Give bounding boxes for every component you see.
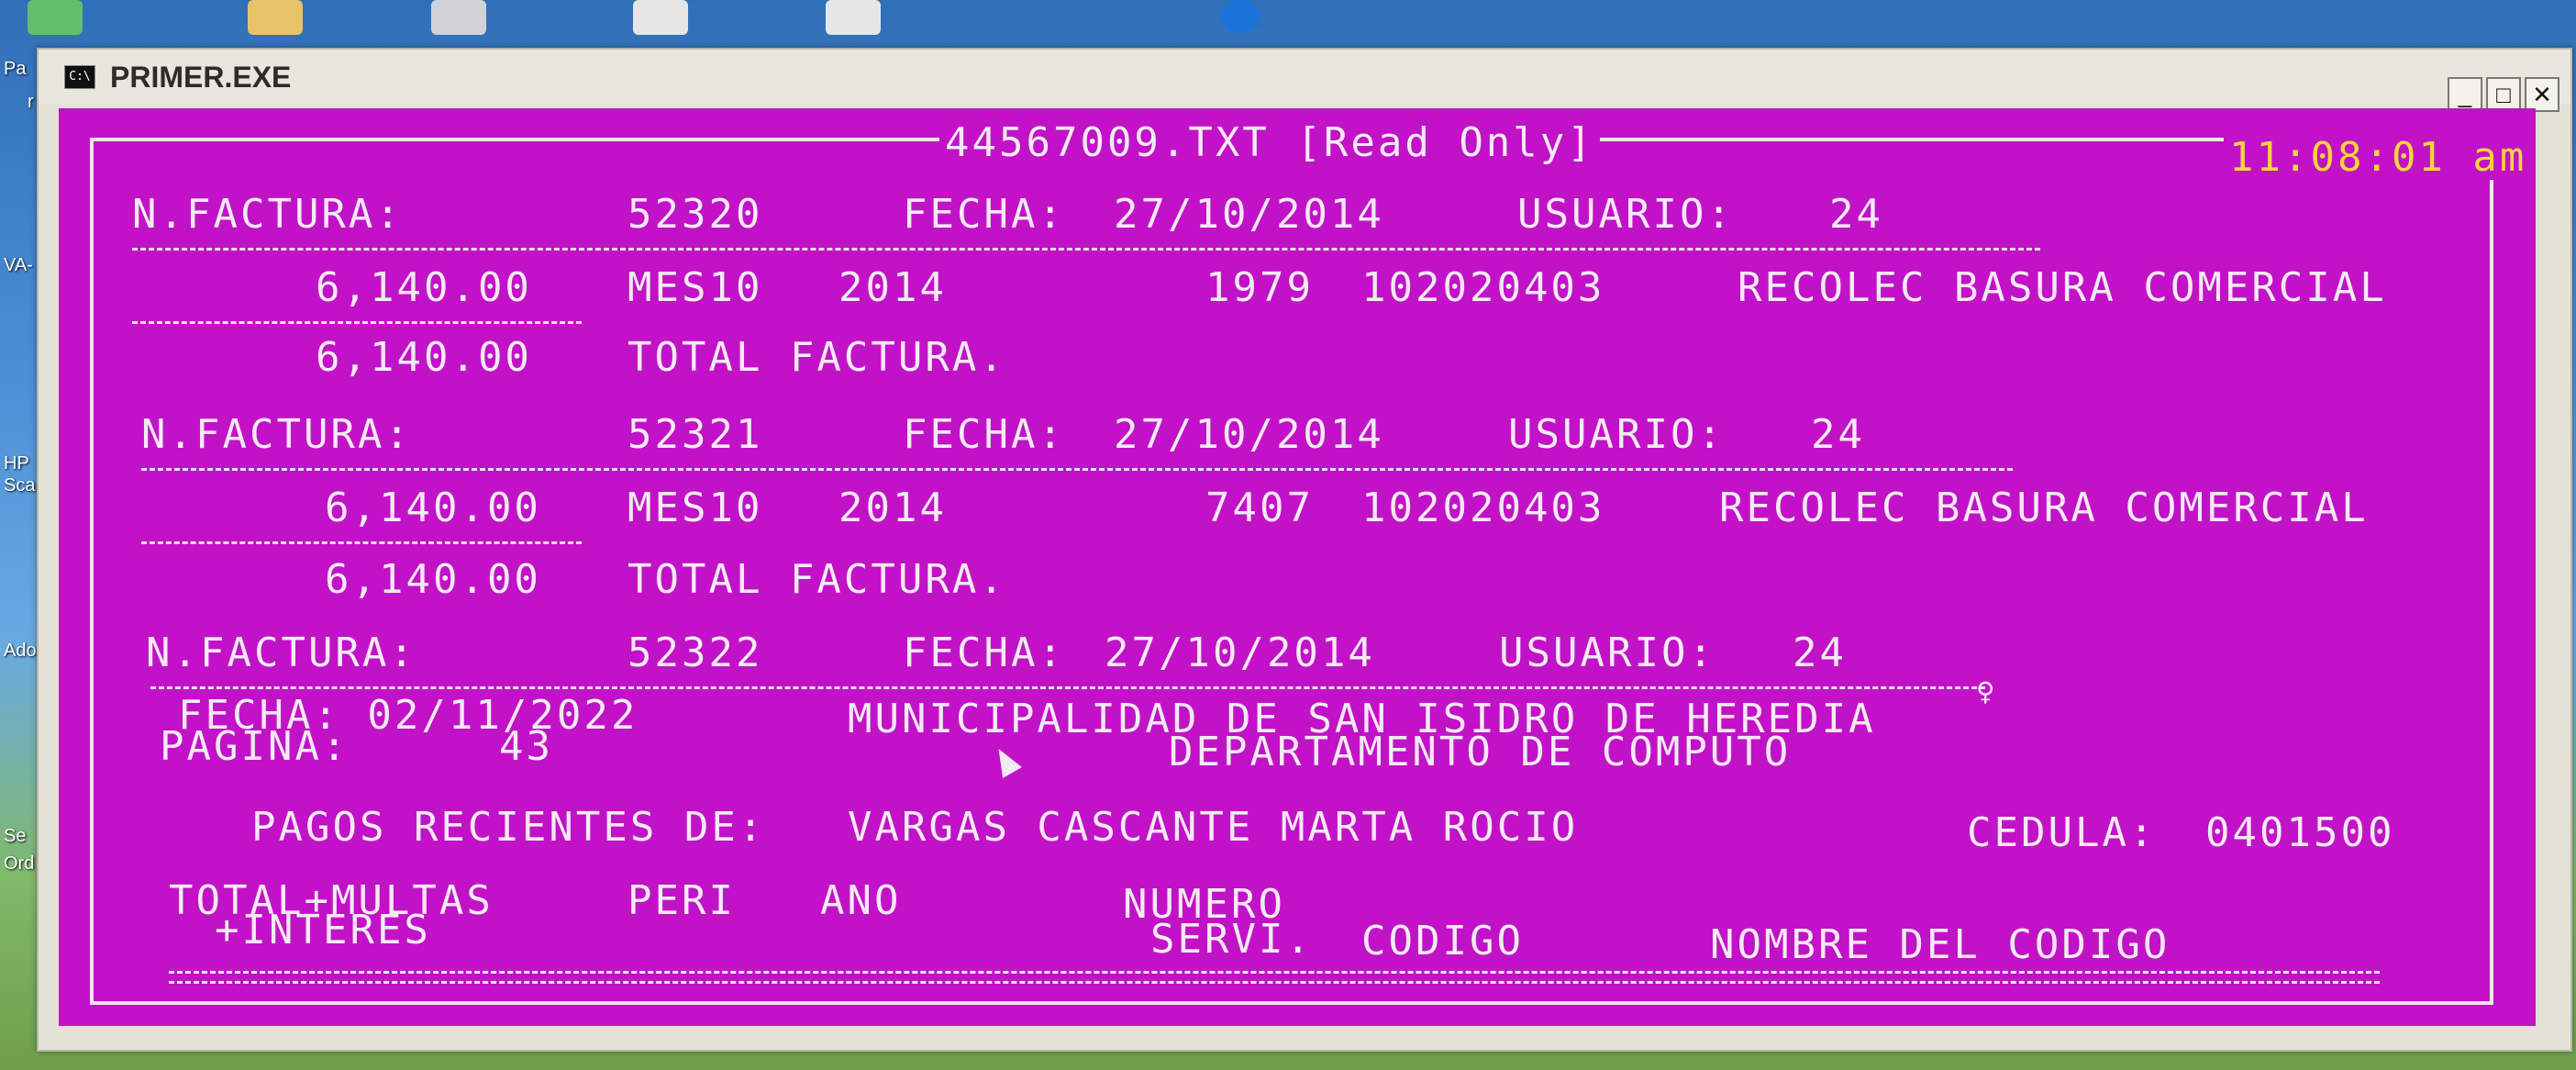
invoice-label: N.FACTURA:	[132, 191, 403, 238]
line-code: 102020403	[1361, 485, 1605, 531]
app-icon-1[interactable]	[28, 0, 83, 35]
user-label: USUARIO:	[1517, 191, 1734, 238]
column-code-name: NOMBRE DEL CODIGO	[1710, 921, 2171, 968]
user-label: USUARIO:	[1508, 411, 1725, 458]
minimize-button[interactable]: _	[2448, 77, 2482, 112]
document-icon-1[interactable]	[633, 0, 688, 35]
invoice-date: 27/10/2014	[1105, 630, 1375, 676]
invoice-number: 52322	[627, 630, 763, 676]
console-window[interactable]: C:\ PRIMER.EXE _ □ ✕ 44567009.TXT [Read …	[37, 48, 2572, 1052]
window-controls: _ □ ✕	[2448, 77, 2559, 112]
total-amount: 6,140.00	[316, 334, 532, 381]
page-label: PAGINA:	[160, 723, 350, 770]
close-button[interactable]: ✕	[2525, 77, 2559, 112]
text-screen[interactable]: 44567009.TXT [Read Only] 11:08:01 am N.F…	[59, 108, 2536, 1026]
page-number: 43	[499, 723, 553, 770]
document-icon-2[interactable]	[826, 0, 881, 35]
invoice-label: N.FACTURA:	[141, 411, 412, 458]
column-code: CODIGO	[1361, 918, 1524, 964]
date-label: FECHA:	[903, 191, 1065, 238]
payer-name: VARGAS CASCANTE MARTA ROCIO	[848, 804, 1579, 851]
line-amount: 6,140.00	[316, 264, 532, 311]
user-value: 24	[1829, 191, 1883, 238]
column-total-line2: +INTERES	[215, 907, 431, 953]
line-year: 2014	[838, 264, 947, 311]
teamviewer-icon[interactable]	[1220, 0, 1260, 33]
column-period: PERI	[627, 877, 736, 924]
cedula-value: 0401500	[2205, 809, 2395, 856]
invoice-date: 27/10/2014	[1114, 411, 1384, 458]
line-code: 102020403	[1361, 264, 1605, 311]
invoice-number: 52321	[627, 411, 763, 458]
column-year: ANO	[820, 877, 902, 924]
line-service: 1979	[1205, 264, 1314, 311]
clock: 11:08:01 am	[2224, 136, 2533, 180]
app-icon-2[interactable]	[431, 0, 486, 35]
cedula-label: CEDULA:	[1967, 809, 2157, 856]
window-titlebar[interactable]: C:\ PRIMER.EXE _ □ ✕	[39, 50, 2570, 112]
invoice-number: 52320	[627, 191, 763, 238]
console-icon[interactable]: C:\	[64, 65, 95, 89]
user-value: 24	[1811, 411, 1865, 458]
folder-icon[interactable]	[248, 0, 303, 35]
file-title: 44567009.TXT [Read Only]	[939, 121, 1600, 165]
user-value: 24	[1793, 630, 1847, 676]
line-service: 7407	[1205, 485, 1314, 531]
separator-line	[132, 248, 2040, 251]
window-title: PRIMER.EXE	[110, 60, 292, 94]
total-label: TOTAL FACTURA.	[627, 334, 1006, 381]
line-period: MES10	[627, 485, 763, 531]
department-name: DEPARTAMENTO DE COMPUTO	[1169, 729, 1792, 775]
line-code-name: RECOLEC BASURA COMERCIAL	[1738, 264, 2387, 311]
double-separator-line	[169, 971, 2380, 984]
user-label: USUARIO:	[1499, 630, 1715, 676]
invoice-date: 27/10/2014	[1114, 191, 1384, 238]
invoice-label: N.FACTURA:	[146, 630, 416, 676]
date-label: FECHA:	[903, 630, 1065, 676]
line-year: 2014	[838, 485, 947, 531]
separator-line	[150, 686, 1985, 689]
form-feed-glyph: ♀	[1976, 674, 1998, 710]
separator-line	[132, 321, 582, 324]
column-number-line2: SERVI.	[1150, 916, 1313, 963]
payments-label: PAGOS RECIENTES DE:	[251, 804, 766, 851]
total-label: TOTAL FACTURA.	[627, 556, 1006, 603]
separator-line	[141, 541, 582, 544]
line-period: MES10	[627, 264, 763, 311]
maximize-button[interactable]: □	[2486, 77, 2521, 112]
total-amount: 6,140.00	[325, 556, 541, 603]
line-amount: 6,140.00	[325, 485, 541, 531]
line-code-name: RECOLEC BASURA COMERCIAL	[1719, 485, 2369, 531]
date-label: FECHA:	[903, 411, 1065, 458]
separator-line	[141, 468, 2013, 471]
